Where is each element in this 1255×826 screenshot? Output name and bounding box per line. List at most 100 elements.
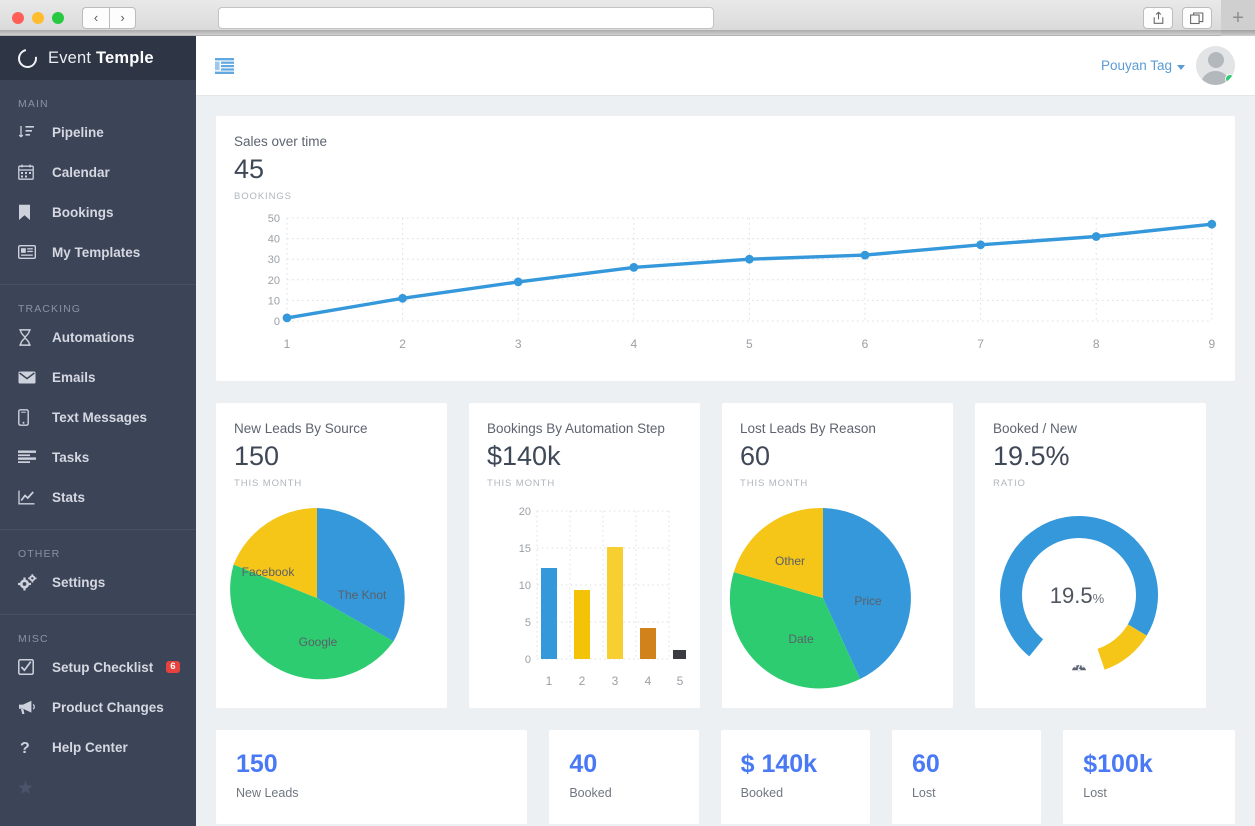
sidebar-item-label: Automations xyxy=(52,329,135,345)
chart-line-icon xyxy=(18,490,44,505)
bar-2 xyxy=(574,590,590,659)
new-leads-by-source-card: New Leads By Source 150 THIS MONTH The K… xyxy=(216,403,447,708)
app-logo[interactable]: Event Temple xyxy=(0,36,196,80)
stat-card-booked-value: $ 140k Booked xyxy=(720,730,870,824)
bar-3 xyxy=(607,547,623,659)
forward-button[interactable]: › xyxy=(109,6,136,29)
sidebar-item-label: Emails xyxy=(52,369,96,385)
sidebar-toggle-icon[interactable] xyxy=(215,57,234,74)
minimize-window-button[interactable] xyxy=(32,11,44,24)
pipeline-icon xyxy=(18,125,44,140)
sidebar-item-pipeline[interactable]: Pipeline xyxy=(0,112,196,152)
sidebar-item-settings[interactable]: Settings xyxy=(0,562,196,602)
app-logo-text: Event Temple xyxy=(48,49,154,68)
svg-text:40: 40 xyxy=(268,234,280,246)
sidebar-item-my-templates[interactable]: My Templates xyxy=(0,232,196,272)
sidebar-item-label: My Templates xyxy=(52,244,141,260)
sidebar-item-label: Pipeline xyxy=(52,124,104,140)
sidebar-item-product-changes[interactable]: Product Changes xyxy=(0,687,196,727)
avatar[interactable] xyxy=(1196,46,1235,85)
tabs-icon[interactable] xyxy=(1182,7,1212,29)
status-badge: 6 xyxy=(165,660,180,674)
bookings-by-automation-step-card: Bookings By Automation Step $140k THIS M… xyxy=(469,403,700,708)
gears-icon xyxy=(18,573,44,591)
card-value: $140k xyxy=(487,441,561,471)
stat-card-booked-count: 40 Booked xyxy=(549,730,699,824)
svg-text:10: 10 xyxy=(268,295,280,307)
sidebar-item-calendar[interactable]: Calendar xyxy=(0,152,196,192)
star-icon xyxy=(18,780,44,795)
gauge-center-value: 19.5% xyxy=(1050,583,1105,608)
sidebar-item-text-messages[interactable]: Text Messages xyxy=(0,397,196,437)
app-header: Pouyan Tag xyxy=(196,36,1255,96)
pie-label-other: Other xyxy=(775,554,805,568)
stat-label: Booked xyxy=(569,786,612,800)
svg-text:15: 15 xyxy=(519,543,531,555)
header-user-area: Pouyan Tag xyxy=(1101,46,1255,85)
maximize-window-button[interactable] xyxy=(52,11,64,24)
templates-icon xyxy=(18,245,44,259)
online-status-dot xyxy=(1225,74,1235,84)
card-value: 60 xyxy=(740,441,771,471)
sidebar-item-automations[interactable]: Automations xyxy=(0,317,196,357)
svg-text:4: 4 xyxy=(645,674,652,688)
sidebar-item-bookings[interactable]: Bookings xyxy=(0,192,196,232)
svg-text:5: 5 xyxy=(677,674,684,688)
user-menu-button[interactable]: Pouyan Tag xyxy=(1101,58,1185,73)
card-title: Booked / New xyxy=(993,421,1078,436)
stat-value: $100k xyxy=(1083,750,1153,778)
share-icon[interactable] xyxy=(1143,7,1173,29)
svg-text:5: 5 xyxy=(746,337,753,351)
card-title: Bookings By Automation Step xyxy=(487,421,665,436)
lost-leads-pie-chart: Price Date Other xyxy=(729,507,911,689)
card-value: 19.5% xyxy=(993,441,1070,471)
address-bar[interactable] xyxy=(218,7,714,29)
sidebar-item-stats[interactable]: Stats xyxy=(0,477,196,517)
sidebar-section-other: OTHER xyxy=(18,548,61,560)
svg-text:1: 1 xyxy=(546,674,553,688)
stat-card-new-leads: 150 New Leads xyxy=(216,730,528,824)
close-window-button[interactable] xyxy=(12,11,24,24)
window-traffic-lights xyxy=(12,11,64,24)
stat-label: Booked xyxy=(740,786,784,800)
chart-cards-row: New Leads By Source 150 THIS MONTH The K… xyxy=(216,403,1235,708)
sidebar-item-partially-visible[interactable] xyxy=(0,767,196,807)
sidebar-section-main: MAIN xyxy=(18,98,49,110)
pie-label-date: Date xyxy=(788,632,814,646)
back-button[interactable]: ‹ xyxy=(82,6,109,29)
dashboard-content: Sales over time 45 BOOKINGS 50 40 30 20 … xyxy=(196,96,1255,826)
question-icon: ? xyxy=(18,739,44,756)
svg-text:30: 30 xyxy=(268,254,280,266)
sidebar-item-emails[interactable]: Emails xyxy=(0,357,196,397)
pie-label-price: Price xyxy=(854,594,882,608)
browser-nav-buttons: ‹ › xyxy=(82,6,136,29)
svg-text:2: 2 xyxy=(579,674,586,688)
card-title: New Leads By Source xyxy=(234,421,368,436)
sidebar-item-label: Tasks xyxy=(52,449,90,465)
svg-text:5: 5 xyxy=(525,617,531,629)
sidebar-item-tasks[interactable]: Tasks xyxy=(0,437,196,477)
svg-text:6: 6 xyxy=(862,337,869,351)
brand-light: Event xyxy=(48,48,92,67)
megaphone-icon xyxy=(18,700,44,715)
svg-text:1: 1 xyxy=(284,337,291,351)
new-leads-pie-chart: The Knot Google Facebook xyxy=(230,508,405,680)
card-subtitle: THIS MONTH xyxy=(234,478,303,489)
stat-value: 150 xyxy=(236,750,278,778)
brand-bold: Temple xyxy=(96,48,154,67)
event-temple-logo-icon xyxy=(14,44,41,72)
booked-new-gauge-chart: 19.5% xyxy=(1000,515,1158,672)
pie-label-google: Google xyxy=(299,635,338,649)
booked-new-ratio-card: Booked / New 19.5% RATIO 19.5% xyxy=(975,403,1206,708)
card-subtitle: BOOKINGS xyxy=(234,191,292,202)
sidebar-section-misc: MISC xyxy=(18,633,49,645)
sidebar-item-help-center[interactable]: ? Help Center xyxy=(0,727,196,767)
sidebar-item-label: Stats xyxy=(52,489,86,505)
svg-text:?: ? xyxy=(20,740,30,756)
lost-leads-by-reason-card: Lost Leads By Reason 60 THIS MONTH Price… xyxy=(722,403,953,708)
tasks-icon xyxy=(18,450,44,464)
avatar-head xyxy=(1207,52,1224,68)
sidebar-item-setup-checklist[interactable]: Setup Checklist 6 xyxy=(0,647,196,687)
card-value: 150 xyxy=(234,441,280,471)
phone-icon xyxy=(18,408,44,426)
